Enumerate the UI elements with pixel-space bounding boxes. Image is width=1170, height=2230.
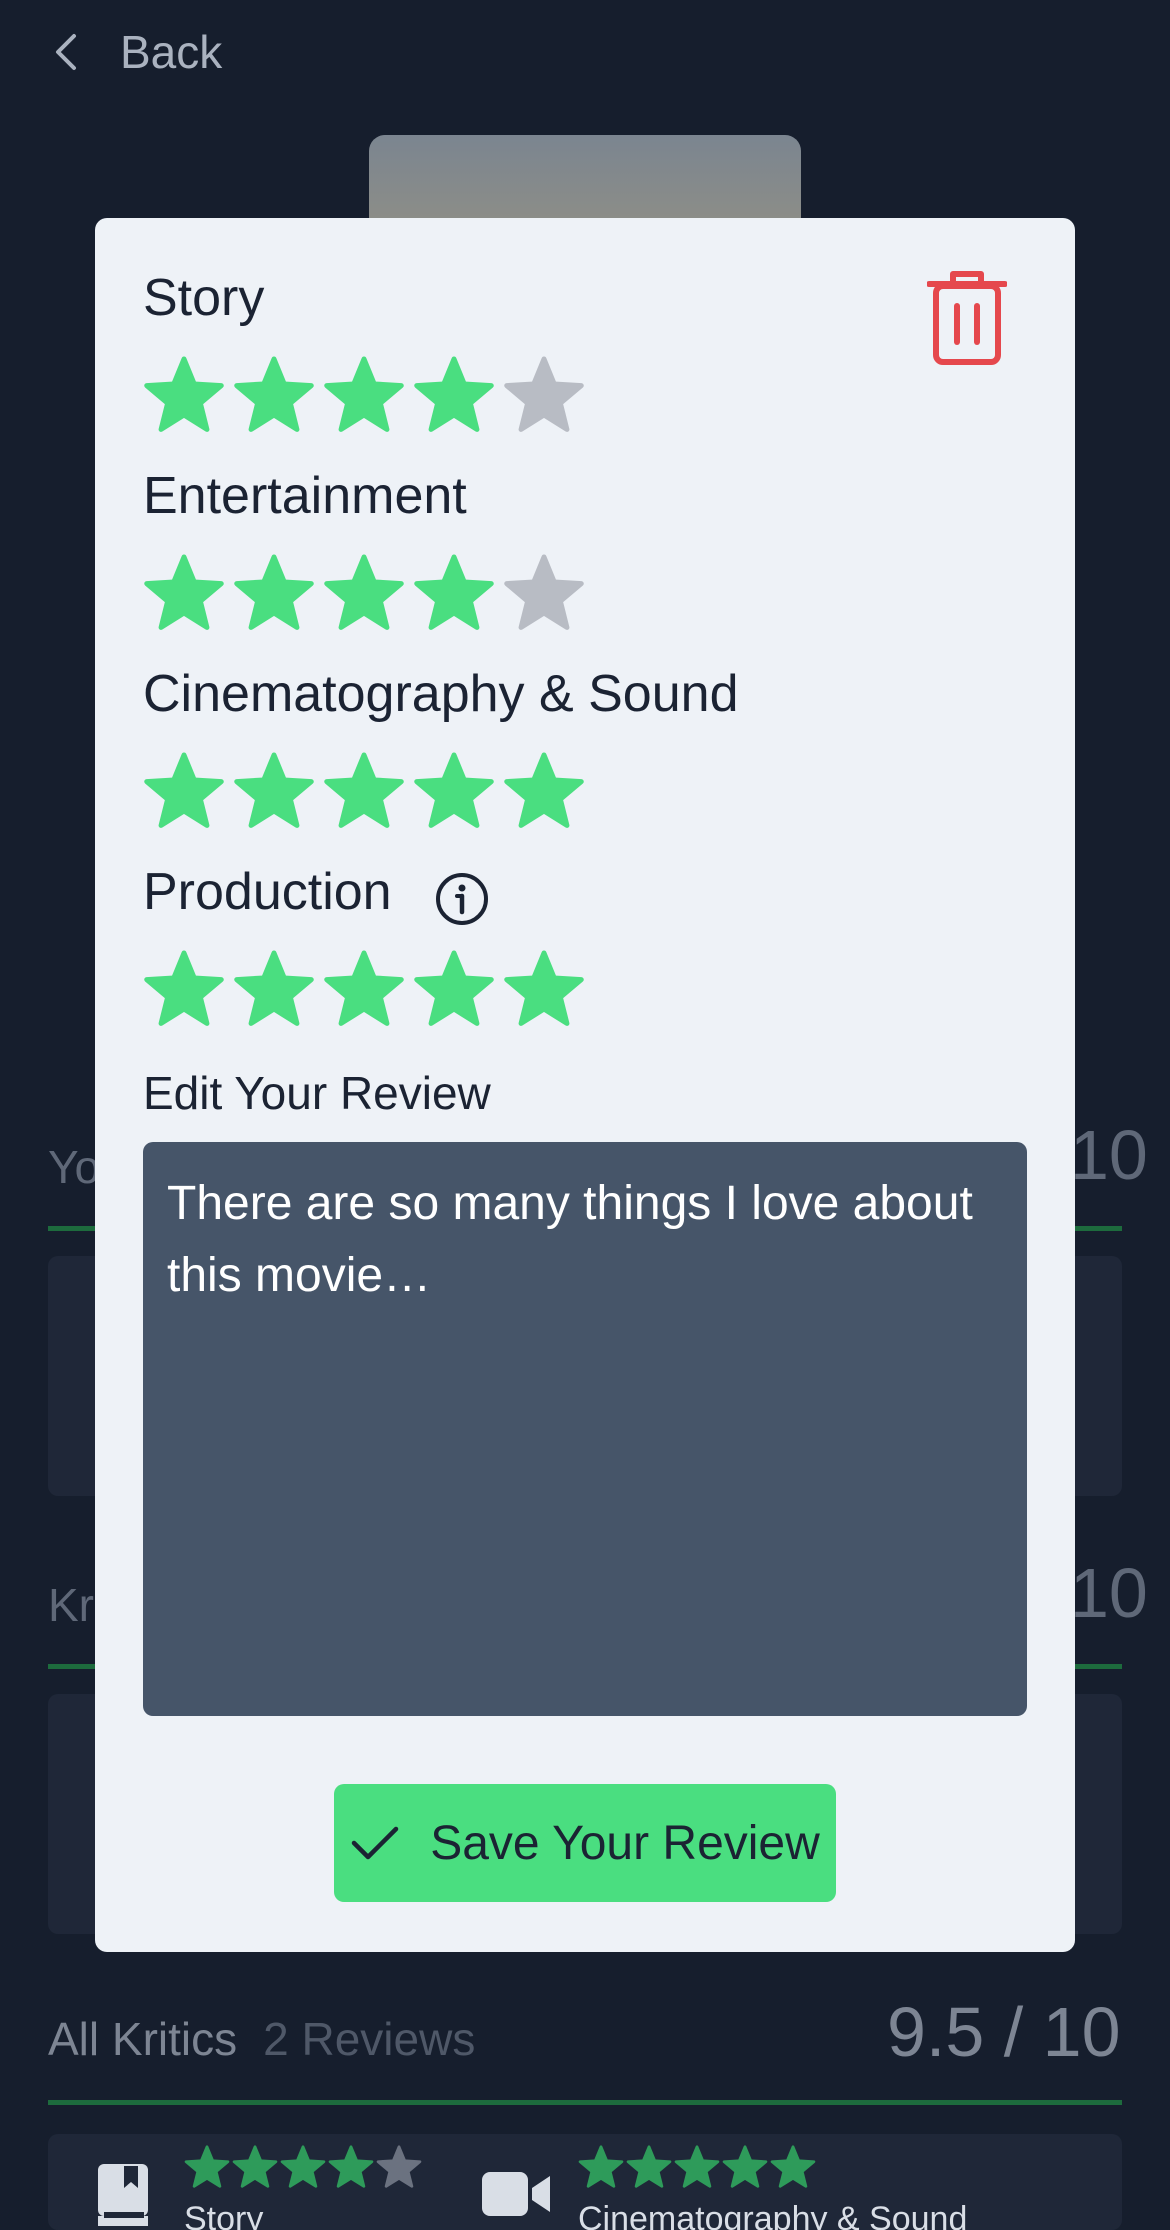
star-filled-icon (578, 2145, 624, 2188)
back-label: Back (120, 26, 223, 78)
video-camera-icon (482, 2172, 550, 2216)
save-review-label: Save Your Review (430, 1816, 820, 1870)
star-empty-icon[interactable] (503, 354, 585, 436)
all-kritics-header: All Kritics 2 Reviews (48, 2012, 475, 2066)
star-filled-icon[interactable] (323, 354, 405, 436)
star-filled-icon[interactable] (503, 750, 585, 832)
rating-stars-story (143, 354, 585, 436)
book-icon (98, 2164, 148, 2226)
review-text-input[interactable]: There are so many things I love about th… (143, 1142, 1027, 1716)
edit-review-label: Edit Your Review (143, 1067, 491, 1119)
rating-stars-entertainment (143, 552, 585, 634)
star-filled-icon[interactable] (143, 750, 225, 832)
cinematography-summary-label: Cinematography & Sound (578, 2200, 968, 2230)
kritics-score: 10 (1070, 1554, 1148, 1632)
star-empty-icon[interactable] (503, 552, 585, 634)
star-filled-icon[interactable] (413, 354, 495, 436)
edit-review-modal: Story Entertainment Cinematography & Sou… (95, 218, 1075, 1952)
checkmark-icon (351, 1826, 399, 1860)
all-kritics-count: 2 Reviews (263, 2013, 476, 2065)
star-filled-icon (232, 2145, 278, 2188)
star-filled-icon (280, 2145, 326, 2188)
story-summary-stars (184, 2144, 422, 2190)
all-kritics-score: 9.5 / 10 (887, 1993, 1121, 2071)
story-summary-label: Story (184, 2200, 264, 2230)
star-filled-icon (770, 2145, 816, 2188)
star-filled-icon[interactable] (233, 948, 315, 1030)
category-label-cinematography-sound: Cinematography & Sound (143, 665, 739, 723)
star-filled-icon[interactable] (143, 354, 225, 436)
star-empty-icon (376, 2145, 422, 2188)
kritics-section-label: Kr (48, 1579, 94, 1631)
category-label-story: Story (143, 269, 265, 327)
star-filled-icon (674, 2145, 720, 2188)
section-divider (48, 2100, 1122, 2105)
star-filled-icon[interactable] (143, 552, 225, 634)
star-filled-icon[interactable] (233, 552, 315, 634)
star-filled-icon (722, 2145, 768, 2188)
star-filled-icon (184, 2145, 230, 2188)
your-review-score: 10 (1070, 1116, 1148, 1194)
save-review-button[interactable]: Save Your Review (334, 1784, 836, 1902)
star-filled-icon[interactable] (233, 750, 315, 832)
back-button[interactable]: Back (52, 18, 222, 86)
rating-stars-production (143, 948, 585, 1030)
rating-stars-cinematography-sound (143, 750, 585, 832)
your-review-section-label: Yo (48, 1141, 101, 1193)
chevron-left-icon (56, 34, 76, 70)
info-icon[interactable] (435, 872, 489, 926)
all-kritics-title: All Kritics (48, 2013, 238, 2065)
star-filled-icon[interactable] (323, 750, 405, 832)
star-filled-icon[interactable] (233, 354, 315, 436)
star-filled-icon (328, 2145, 374, 2188)
category-label-entertainment: Entertainment (143, 467, 467, 525)
category-label-production: Production (143, 863, 392, 921)
cinematography-summary-stars (578, 2144, 816, 2190)
star-filled-icon[interactable] (413, 750, 495, 832)
star-filled-icon[interactable] (413, 552, 495, 634)
star-filled-icon[interactable] (323, 552, 405, 634)
star-filled-icon[interactable] (323, 948, 405, 1030)
star-filled-icon[interactable] (143, 948, 225, 1030)
star-filled-icon[interactable] (503, 948, 585, 1030)
all-kritics-card: Story Cinematography & Sound (48, 2134, 1122, 2230)
star-filled-icon[interactable] (413, 948, 495, 1030)
trash-icon[interactable] (927, 270, 1007, 366)
star-filled-icon (626, 2145, 672, 2188)
